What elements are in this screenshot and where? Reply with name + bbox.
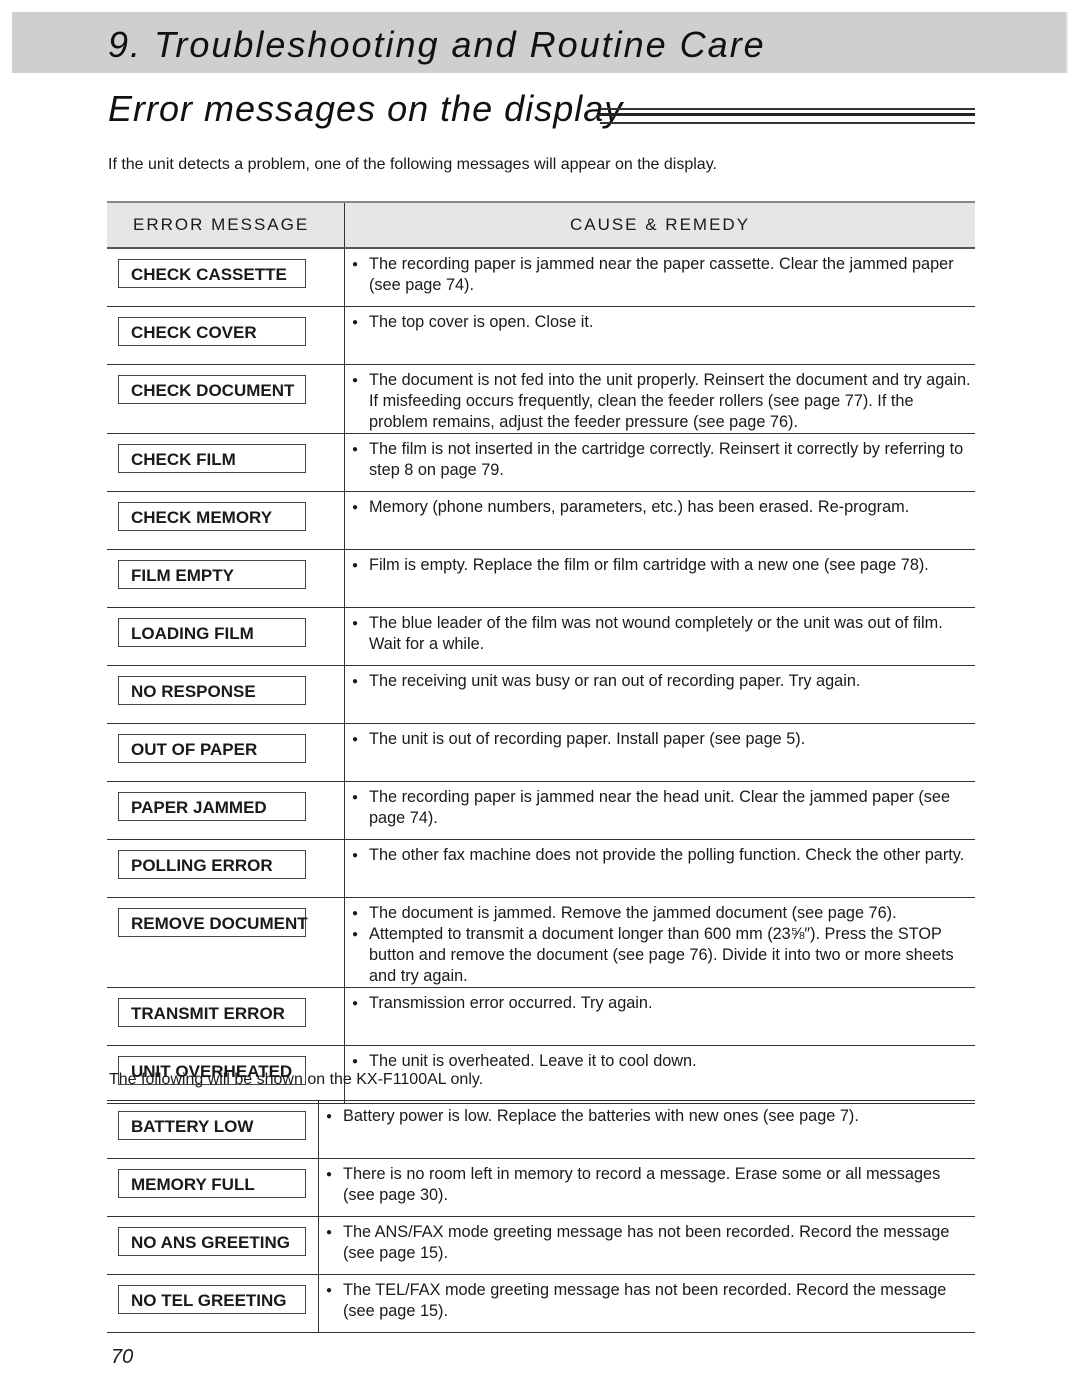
cause-item: The blue leader of the film was not woun… [352,613,975,655]
cause-item: The other fax machine does not provide t… [352,845,975,866]
page-number: 70 [111,1346,134,1368]
error-message-box: CHECK CASSETTE [118,259,306,288]
message-cell: TRANSMIT ERROR [107,987,345,1046]
title-rule [600,108,975,124]
cause-cell: The other fax machine does not provide t… [344,839,975,898]
message-cell: CHECK DOCUMENT [107,364,345,434]
cause-cell: The receiving unit was busy or ran out o… [344,665,975,724]
error-message-box: NO RESPONSE [118,676,306,705]
table-row: CHECK COVER The top cover is open. Close … [107,306,975,365]
error-message-box: TRANSMIT ERROR [118,998,306,1027]
message-cell: CHECK COVER [107,306,345,365]
table-row: TRANSMIT ERROR Transmission error occurre… [107,987,975,1046]
message-cell: FILM EMPTY [107,549,345,608]
message-cell: PAPER JAMMED [107,781,345,840]
cause-item: The document is jammed. Remove the jamme… [352,903,975,924]
message-cell: OUT OF PAPER [107,723,345,782]
message-cell: CHECK CASSETTE [107,248,345,307]
header-error-message: ERROR MESSAGE [107,201,345,249]
error-message-box: REMOVE DOCUMENT [118,908,308,937]
cause-cell: Film is empty. Replace the film or film … [344,549,975,608]
cause-item: The film is not inserted in the cartridg… [352,439,975,481]
cause-cell: There is no room left in memory to recor… [318,1158,975,1217]
error-message-box: LOADING FILM [118,618,306,647]
message-cell: NO RESPONSE [107,665,345,724]
table-row: OUT OF PAPER The unit is out of recording… [107,723,975,782]
message-cell: REMOVE DOCUMENT [107,897,345,988]
message-cell: POLLING ERROR [107,839,345,898]
error-message-box: CHECK COVER [118,317,306,346]
table-row: FILM EMPTY Film is empty. Replace the fil… [107,549,975,608]
error-message-box: CHECK FILM [118,444,306,473]
error-message-box: BATTERY LOW [118,1111,306,1140]
error-message-box: FILM EMPTY [118,560,306,589]
cause-cell: Battery power is low. Replace the batter… [318,1100,975,1159]
error-message-box: CHECK DOCUMENT [118,375,306,404]
table-row: CHECK DOCUMENT The document is not fed in… [107,364,975,434]
error-message-box: NO TEL GREETING [118,1285,306,1314]
cause-item: The document is not fed into the unit pr… [352,370,975,433]
table-row: NO TEL GREETING The TEL/FAX mode greeting… [107,1274,975,1333]
cause-item: The receiving unit was busy or ran out o… [352,671,975,692]
error-message-box: OUT OF PAPER [118,734,306,763]
intro-text: If the unit detects a problem, one of th… [108,156,717,173]
table-row: BATTERY LOW Battery power is low. Replace… [107,1100,975,1159]
cause-item: Attempted to transmit a document longer … [352,924,975,987]
message-cell: NO ANS GREETING [107,1216,319,1275]
cause-cell: The document is not fed into the unit pr… [344,364,975,434]
table-row: NO ANS GREETING The ANS/FAX mode greeting… [107,1216,975,1275]
model-error-table: BATTERY LOW Battery power is low. Replace… [107,1100,975,1333]
message-cell: CHECK MEMORY [107,491,345,550]
table-row: CHECK FILM The film is not inserted in th… [107,433,975,492]
model-note: The following will be shown on the KX-F1… [109,1071,484,1088]
table-row: CHECK CASSETTE The recording paper is jam… [107,248,975,307]
cause-cell: The document is jammed. Remove the jamme… [344,897,975,988]
section-title: Error messages on the display [108,88,624,129]
table-row: MEMORY FULL There is no room left in memo… [107,1158,975,1217]
cause-item: Film is empty. Replace the film or film … [352,555,975,576]
cause-item: The TEL/FAX mode greeting message has no… [326,1280,975,1322]
table-row: NO RESPONSE The receiving unit was busy o… [107,665,975,724]
cause-cell: The ANS/FAX mode greeting message has no… [318,1216,975,1275]
error-message-box: CHECK MEMORY [118,502,306,531]
table-row: REMOVE DOCUMENT The document is jammed. R… [107,897,975,988]
header-cause-remedy: CAUSE & REMEDY [344,201,975,249]
message-cell: MEMORY FULL [107,1158,319,1217]
cause-cell: The TEL/FAX mode greeting message has no… [318,1274,975,1333]
cause-item: The recording paper is jammed near the p… [352,254,975,296]
error-message-box: POLLING ERROR [118,850,306,879]
message-cell: LOADING FILM [107,607,345,666]
message-cell: CHECK FILM [107,433,345,492]
cause-cell: The recording paper is jammed near the h… [344,781,975,840]
cause-item: There is no room left in memory to recor… [326,1164,975,1206]
table-row: PAPER JAMMED The recording paper is jamme… [107,781,975,840]
cause-cell: Memory (phone numbers, parameters, etc.)… [344,491,975,550]
table-row: POLLING ERROR The other fax machine does … [107,839,975,898]
cause-cell: The recording paper is jammed near the p… [344,248,975,307]
cause-item: Battery power is low. Replace the batter… [326,1106,975,1127]
table-row: LOADING FILM The blue leader of the film … [107,607,975,666]
error-message-box: PAPER JAMMED [118,792,306,821]
cause-cell: The unit is out of recording paper. Inst… [344,723,975,782]
cause-cell: The film is not inserted in the cartridg… [344,433,975,492]
error-message-box: MEMORY FULL [118,1169,306,1198]
error-table: ERROR MESSAGE CAUSE & REMEDY CHECK CASSE… [107,201,975,1104]
cause-item: The unit is overheated. Leave it to cool… [352,1051,975,1072]
error-message-box: NO ANS GREETING [118,1227,306,1256]
table-row: CHECK MEMORY Memory (phone numbers, param… [107,491,975,550]
message-cell: BATTERY LOW [107,1100,319,1159]
manual-page: 9. Troubleshooting and Routine Care Erro… [0,0,1080,1397]
cause-item: The top cover is open. Close it. [352,312,975,333]
cause-item: The ANS/FAX mode greeting message has no… [326,1222,975,1264]
chapter-banner: 9. Troubleshooting and Routine Care [12,12,1068,73]
cause-item: The recording paper is jammed near the h… [352,787,975,829]
cause-cell: The blue leader of the film was not woun… [344,607,975,666]
cause-cell: Transmission error occurred. Try again. [344,987,975,1046]
message-cell: NO TEL GREETING [107,1274,319,1333]
cause-item: Memory (phone numbers, parameters, etc.)… [352,497,975,518]
chapter-title: 9. Troubleshooting and Routine Care [108,24,766,65]
cause-cell: The top cover is open. Close it. [344,306,975,365]
cause-item: Transmission error occurred. Try again. [352,993,975,1014]
cause-item: The unit is out of recording paper. Inst… [352,729,975,750]
